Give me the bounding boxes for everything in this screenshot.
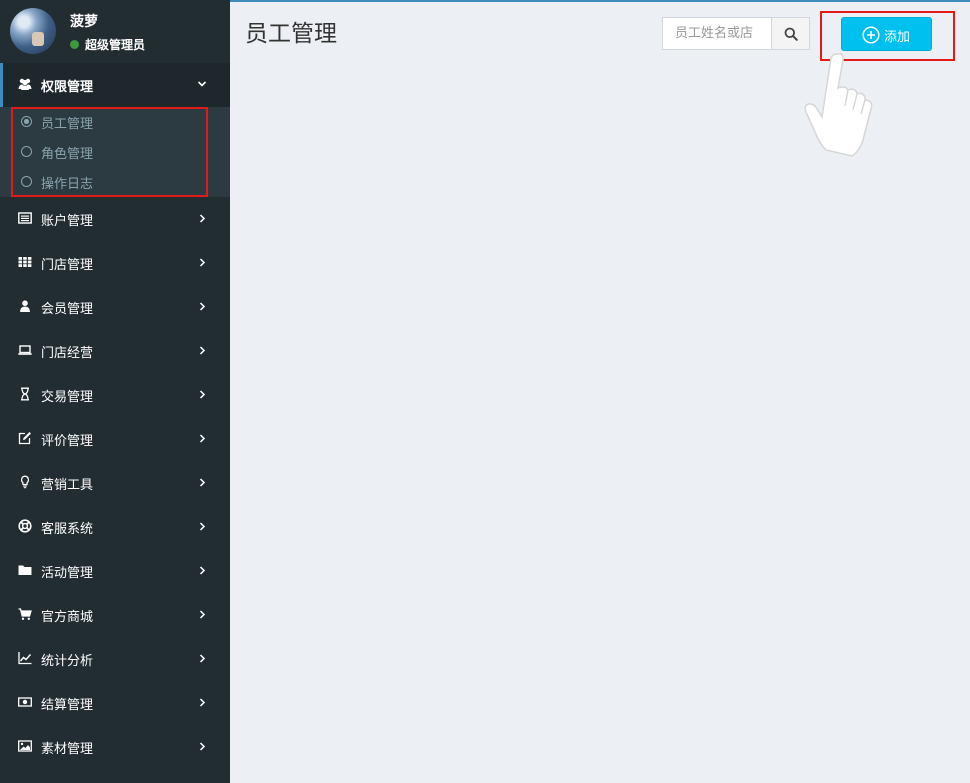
pointing-hand-icon xyxy=(804,53,873,157)
line-chart-icon xyxy=(18,652,32,665)
chevron-right-icon xyxy=(199,566,206,575)
sidebar-item-label: 账户管理 xyxy=(41,214,94,229)
chevron-right-icon xyxy=(199,610,206,619)
submenu-item-logs[interactable]: 操作日志 xyxy=(0,167,230,197)
lightbulb-icon xyxy=(20,475,30,489)
user-icon xyxy=(20,300,30,312)
sidebar-item-members[interactable]: 会员管理 xyxy=(0,285,230,329)
circle-icon xyxy=(21,146,32,157)
submenu-item-roles[interactable]: 角色管理 xyxy=(0,137,230,167)
chevron-right-icon xyxy=(199,742,206,751)
list-alt-icon xyxy=(18,212,32,224)
sidebar-item-store-operations[interactable]: 门店经营 xyxy=(0,329,230,373)
circle-dot-icon xyxy=(21,116,32,127)
user-name: 菠萝 xyxy=(70,14,98,30)
page-title: 员工管理 xyxy=(245,21,337,47)
plus-circle-icon xyxy=(862,26,880,44)
sidebar-item-materials[interactable]: 素材管理 xyxy=(0,725,230,769)
users-icon xyxy=(18,78,32,90)
chevron-right-icon xyxy=(199,302,206,311)
sidebar-menu: 权限管理 员工管理 角色管理 操作日志 账户管理 门店管理 会员管理 门店经营 … xyxy=(0,63,230,769)
sidebar-item-customer-service[interactable]: 客服系统 xyxy=(0,505,230,549)
sidebar-item-accounts[interactable]: 账户管理 xyxy=(0,197,230,241)
sidebar-item-label: 权限管理 xyxy=(41,80,94,95)
chevron-right-icon xyxy=(199,478,206,487)
sidebar-item-reviews[interactable]: 评价管理 xyxy=(0,417,230,461)
chevron-right-icon xyxy=(199,522,206,531)
chevron-right-icon xyxy=(199,214,206,223)
hourglass-icon xyxy=(21,387,29,401)
submenu-permissions: 员工管理 角色管理 操作日志 xyxy=(0,107,230,197)
sidebar-item-label: 交易管理 xyxy=(41,390,94,405)
submenu-item-label: 员工管理 xyxy=(41,117,94,132)
submenu-item-label: 操作日志 xyxy=(41,177,94,192)
edit-icon xyxy=(18,432,31,445)
sidebar-item-label: 活动管理 xyxy=(41,566,94,581)
chevron-right-icon xyxy=(199,390,206,399)
sidebar-item-transactions[interactable]: 交易管理 xyxy=(0,373,230,417)
user-role: 超级管理员 xyxy=(85,38,146,52)
sidebar-item-statistics[interactable]: 统计分析 xyxy=(0,637,230,681)
laptop-icon xyxy=(18,345,32,355)
sidebar-item-label: 评价管理 xyxy=(41,434,94,449)
image-icon xyxy=(18,740,32,752)
top-accent-line xyxy=(230,0,970,2)
sidebar-item-permissions[interactable]: 权限管理 xyxy=(0,63,230,107)
sidebar-item-label: 客服系统 xyxy=(41,522,94,537)
cart-icon xyxy=(18,608,32,620)
sidebar-item-label: 营销工具 xyxy=(41,478,94,493)
add-button[interactable]: 添加 xyxy=(841,17,932,51)
money-icon xyxy=(18,697,32,707)
chevron-right-icon xyxy=(199,434,206,443)
circle-icon xyxy=(21,176,32,187)
sidebar-item-official-mall[interactable]: 官方商城 xyxy=(0,593,230,637)
sidebar-item-label: 统计分析 xyxy=(41,654,94,669)
sidebar-item-stores[interactable]: 门店管理 xyxy=(0,241,230,285)
sidebar: 菠萝 超级管理员 权限管理 员工管理 角色管理 操作日志 账户管理 门店管理 会… xyxy=(0,0,230,783)
submenu-item-staff[interactable]: 员工管理 xyxy=(0,107,230,137)
sidebar-item-activities[interactable]: 活动管理 xyxy=(0,549,230,593)
search-icon xyxy=(784,27,798,41)
life-ring-icon xyxy=(18,519,32,533)
sidebar-item-label: 素材管理 xyxy=(41,742,94,757)
sidebar-item-settlement[interactable]: 结算管理 xyxy=(0,681,230,725)
submenu-item-label: 角色管理 xyxy=(41,147,94,162)
chevron-down-icon xyxy=(198,81,206,87)
chevron-right-icon xyxy=(199,654,206,663)
search-input[interactable] xyxy=(662,17,772,50)
user-panel: 菠萝 超级管理员 xyxy=(0,0,230,62)
chevron-right-icon xyxy=(199,346,206,355)
avatar xyxy=(10,8,56,54)
sidebar-item-label: 门店经营 xyxy=(41,346,94,361)
folder-icon xyxy=(18,565,32,575)
user-status: 超级管理员 xyxy=(70,36,145,53)
chevron-right-icon xyxy=(199,698,206,707)
sidebar-item-label: 门店管理 xyxy=(41,258,94,273)
sidebar-item-label: 官方商城 xyxy=(41,610,94,625)
online-status-dot xyxy=(70,40,79,49)
sidebar-item-label: 结算管理 xyxy=(41,698,94,713)
sidebar-item-label: 会员管理 xyxy=(41,302,94,317)
sidebar-item-marketing-tools[interactable]: 营销工具 xyxy=(0,461,230,505)
chevron-right-icon xyxy=(199,258,206,267)
search-button[interactable] xyxy=(771,17,810,50)
grid-icon xyxy=(18,257,32,267)
add-button-label: 添加 xyxy=(884,29,911,44)
search-box xyxy=(662,17,810,50)
